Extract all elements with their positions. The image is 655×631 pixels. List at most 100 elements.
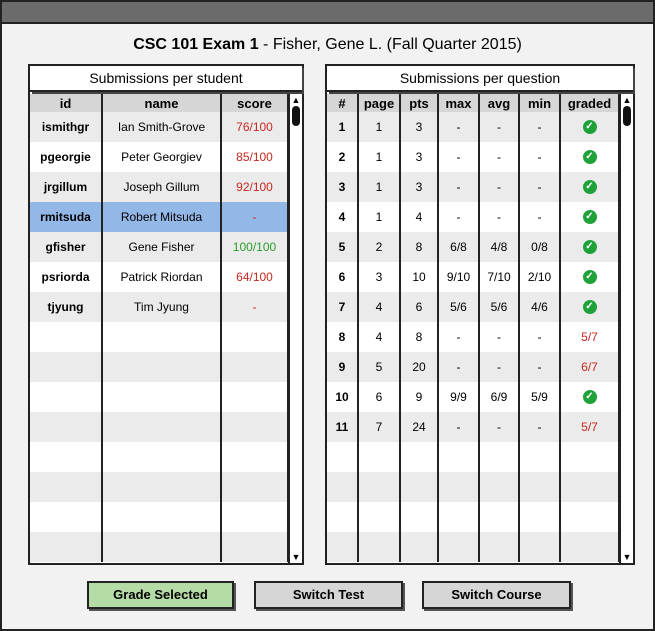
empty-table-row [30, 412, 289, 442]
table-row[interactable]: 9 5 20- - -6/7 [327, 352, 620, 382]
question-pts-cell: 8 [400, 322, 439, 352]
empty-cell [560, 472, 620, 502]
student-id-cell: gfisher [30, 232, 103, 262]
empty-cell [102, 502, 222, 532]
table-row[interactable]: 4 1 4- - - ✓ [327, 202, 620, 232]
table-row[interactable]: 10 6 9 9/9 6/9 5/9 ✓ [327, 382, 620, 412]
column-header-score[interactable]: score [221, 94, 289, 112]
table-row[interactable]: gfisher Gene Fisher 100/100 [30, 232, 289, 262]
question-pts-cell: 3 [400, 172, 439, 202]
table-row[interactable]: 2 1 3- - - ✓ [327, 142, 620, 172]
questions-scrollbar[interactable]: ▲ ▼ [619, 94, 633, 563]
column-header-pts[interactable]: pts [400, 94, 439, 112]
table-row[interactable]: jrgillum Joseph Gillum 92/100 [30, 172, 289, 202]
empty-table-row [327, 532, 620, 562]
question-number-cell: 3 [327, 172, 359, 202]
arrow-down-icon[interactable]: ▼ [621, 551, 633, 563]
question-max-cell: - [438, 142, 480, 172]
student-score-cell: - [221, 202, 289, 232]
column-header-avg[interactable]: avg [479, 94, 520, 112]
empty-table-row [30, 322, 289, 352]
course-exam-label: CSC 101 Exam 1 [133, 36, 259, 53]
question-graded-cell: ✓ [560, 112, 620, 142]
table-row[interactable]: psriorda Patrick Riordan 64/100 [30, 262, 289, 292]
scroll-thumb[interactable] [623, 106, 631, 126]
switch-test-button[interactable]: Switch Test [254, 581, 403, 609]
table-row[interactable]: ismithgr Ian Smith-Grove 76/100 [30, 112, 289, 142]
question-min-cell: - [519, 172, 561, 202]
empty-cell [560, 442, 620, 472]
arrow-down-icon[interactable]: ▼ [290, 551, 302, 563]
empty-cell [358, 442, 401, 472]
column-header-name[interactable]: name [102, 94, 222, 112]
empty-table-row [30, 382, 289, 412]
empty-cell [102, 442, 222, 472]
column-header-page[interactable]: page [358, 94, 401, 112]
empty-cell [102, 412, 222, 442]
table-row[interactable]: 8 4 8- - -5/7 [327, 322, 620, 352]
table-row[interactable]: 1 1 3- - - ✓ [327, 112, 620, 142]
students-table-header: id name score [30, 94, 289, 112]
question-min-cell: 2/10 [519, 262, 561, 292]
grade-selected-button[interactable]: Grade Selected [87, 581, 234, 609]
question-number-cell: 10 [327, 382, 359, 412]
question-max-cell: 9/10 [438, 262, 480, 292]
empty-cell [327, 472, 359, 502]
question-number-cell: 11 [327, 412, 359, 442]
table-row[interactable]: 5 2 8 6/8 4/8 0/8 ✓ [327, 232, 620, 262]
question-graded-cell: 6/7 [560, 352, 620, 382]
table-row[interactable]: 11 7 24- - -5/7 [327, 412, 620, 442]
question-graded-cell: ✓ [560, 172, 620, 202]
student-score-cell: 92/100 [221, 172, 289, 202]
question-avg-cell: - [479, 172, 520, 202]
table-row[interactable]: 3 1 3- - - ✓ [327, 172, 620, 202]
students-scrollbar[interactable]: ▲ ▼ [288, 94, 302, 563]
table-row[interactable]: 6 3 10 9/10 7/10 2/10 ✓ [327, 262, 620, 292]
check-circle-icon: ✓ [582, 300, 597, 315]
question-max-cell: 6/8 [438, 232, 480, 262]
question-avg-cell: 7/10 [479, 262, 520, 292]
column-header-number[interactable]: # [327, 94, 359, 112]
question-pts-cell: 9 [400, 382, 439, 412]
students-panel-title: Submissions per student [30, 66, 302, 92]
question-avg-cell: - [479, 142, 520, 172]
question-max-cell: - [438, 172, 480, 202]
arrow-up-icon[interactable]: ▲ [290, 94, 302, 106]
student-score-cell: - [221, 292, 289, 322]
empty-table-row [30, 442, 289, 472]
table-row[interactable]: rmitsuda Robert Mitsuda - [30, 202, 289, 232]
empty-cell [221, 382, 289, 412]
question-graded-cell: ✓ [560, 142, 620, 172]
column-header-min[interactable]: min [519, 94, 561, 112]
empty-cell [327, 502, 359, 532]
empty-cell [221, 472, 289, 502]
question-max-cell: - [438, 322, 480, 352]
empty-cell [560, 502, 620, 532]
switch-course-button[interactable]: Switch Course [422, 581, 571, 609]
question-pts-cell: 3 [400, 142, 439, 172]
question-number-cell: 5 [327, 232, 359, 262]
table-row[interactable]: pgeorgie Peter Georgiev 85/100 [30, 142, 289, 172]
column-header-max[interactable]: max [438, 94, 480, 112]
table-row[interactable]: 7 4 6 5/6 5/6 4/6 ✓ [327, 292, 620, 322]
empty-cell [30, 382, 103, 412]
page-title: CSC 101 Exam 1 - Fisher, Gene L. (Fall Q… [2, 36, 653, 54]
question-page-cell: 4 [358, 322, 401, 352]
column-header-graded[interactable]: graded [560, 94, 620, 112]
empty-cell [438, 472, 480, 502]
student-score-cell: 85/100 [221, 142, 289, 172]
question-min-cell: 4/6 [519, 292, 561, 322]
question-pts-cell: 20 [400, 352, 439, 382]
empty-cell [400, 502, 439, 532]
column-header-id[interactable]: id [30, 94, 103, 112]
empty-cell [30, 532, 103, 562]
arrow-up-icon[interactable]: ▲ [621, 94, 633, 106]
empty-table-row [30, 352, 289, 382]
empty-cell [30, 412, 103, 442]
scroll-thumb[interactable] [292, 106, 300, 126]
empty-table-row [327, 442, 620, 472]
question-avg-cell: - [479, 412, 520, 442]
question-pts-cell: 6 [400, 292, 439, 322]
question-max-cell: - [438, 412, 480, 442]
table-row[interactable]: tjyung Tim Jyung - [30, 292, 289, 322]
